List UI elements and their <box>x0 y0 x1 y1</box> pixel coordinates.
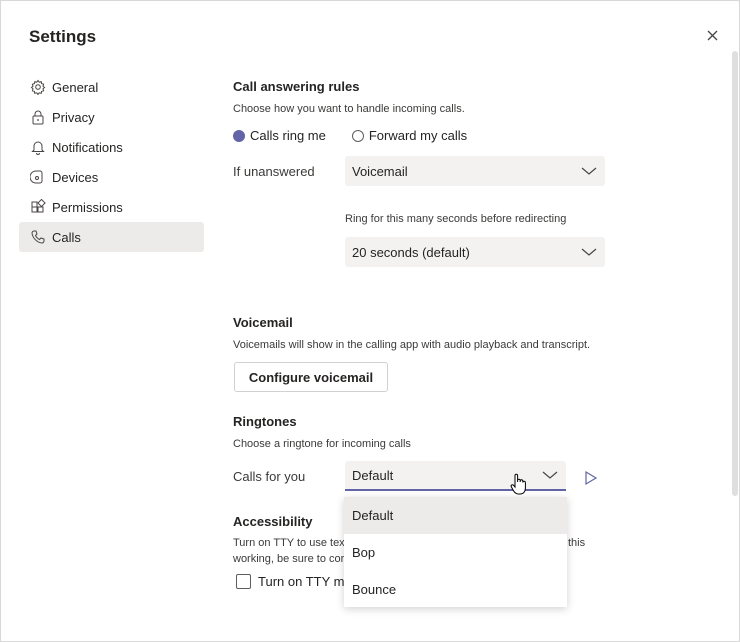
scrollbar[interactable] <box>732 51 738 496</box>
dropdown-option-default[interactable]: Default <box>344 497 567 534</box>
radio-unchecked-icon <box>351 129 364 142</box>
sidebar-item-label: Devices <box>52 169 99 185</box>
settings-sidebar: General Privacy Notifications Devices Pe… <box>19 72 204 252</box>
sidebar-item-permissions[interactable]: Permissions <box>19 192 204 222</box>
tty-checkbox[interactable] <box>236 574 251 589</box>
call-answering-radio-group: Calls ring me Forward my calls <box>233 128 493 143</box>
radio-label: Forward my calls <box>368 128 468 143</box>
select-value: Default <box>352 467 394 483</box>
lock-icon <box>29 108 47 126</box>
configure-voicemail-button[interactable]: Configure voicemail <box>234 362 388 392</box>
tty-checkbox-row: Turn on TTY mo <box>236 574 352 589</box>
sidebar-item-devices[interactable]: Devices <box>19 162 204 192</box>
ring-duration-select[interactable]: 20 seconds (default) <box>345 237 605 267</box>
bell-icon <box>29 138 47 156</box>
chevron-down-icon <box>581 247 597 257</box>
ringtone-dropdown-list: Default Bop Bounce <box>344 497 567 607</box>
accessibility-description-line1: Turn on TTY to use tex <box>233 537 345 549</box>
if-unanswered-label: If unanswered <box>233 164 315 179</box>
radio-label: Calls ring me <box>250 128 326 143</box>
radio-calls-ring-me[interactable]: Calls ring me <box>233 128 326 143</box>
gear-icon <box>29 78 47 96</box>
sidebar-item-label: General <box>52 79 99 95</box>
settings-window: Settings General Privacy Notifications D… <box>0 0 740 642</box>
settings-title: Settings <box>29 27 97 46</box>
ringtones-heading: Ringtones <box>233 414 297 429</box>
dropdown-option-bop[interactable]: Bop <box>344 534 567 571</box>
sidebar-item-label: Notifications <box>52 139 123 155</box>
sidebar-item-privacy[interactable]: Privacy <box>19 102 204 132</box>
sidebar-item-label: Permissions <box>52 199 123 215</box>
select-value: Voicemail <box>352 163 408 179</box>
accessibility-description-line1-end: this <box>568 537 586 549</box>
chevron-down-icon <box>542 470 558 480</box>
sidebar-item-notifications[interactable]: Notifications <box>19 132 204 162</box>
play-ringtone-button[interactable] <box>584 470 598 486</box>
sidebar-item-label: Privacy <box>52 109 95 125</box>
accessibility-description-line2: working, be sure to cor <box>233 553 345 565</box>
sidebar-item-calls[interactable]: Calls <box>19 222 204 252</box>
ring-duration-label: Ring for this many seconds before redire… <box>345 213 567 225</box>
tty-checkbox-label: Turn on TTY mo <box>258 574 352 589</box>
radio-forward-my-calls[interactable]: Forward my calls <box>351 128 468 143</box>
close-button[interactable] <box>704 27 722 45</box>
apps-icon <box>29 198 47 216</box>
voicemail-heading: Voicemail <box>233 315 293 330</box>
accessibility-heading: Accessibility <box>233 514 313 529</box>
speaker-icon <box>29 168 47 186</box>
if-unanswered-select[interactable]: Voicemail <box>345 156 605 186</box>
calls-for-you-label: Calls for you <box>233 469 306 484</box>
sidebar-item-general[interactable]: General <box>19 72 204 102</box>
select-value: 20 seconds (default) <box>352 244 470 260</box>
calls-for-you-select[interactable]: Default <box>345 461 566 491</box>
call-answering-heading: Call answering rules <box>233 79 360 94</box>
sidebar-item-label: Calls <box>52 229 81 245</box>
hand-cursor-icon <box>510 473 528 495</box>
call-answering-description: Choose how you want to handle incoming c… <box>233 103 465 115</box>
dropdown-option-bounce[interactable]: Bounce <box>344 571 567 607</box>
play-icon <box>584 470 598 490</box>
phone-icon <box>29 228 47 246</box>
close-icon <box>704 27 722 45</box>
voicemail-description: Voicemails will show in the calling app … <box>233 339 591 351</box>
chevron-down-icon <box>581 166 597 176</box>
radio-checked-icon <box>233 129 245 142</box>
ringtones-description: Choose a ringtone for incoming calls <box>233 438 411 450</box>
